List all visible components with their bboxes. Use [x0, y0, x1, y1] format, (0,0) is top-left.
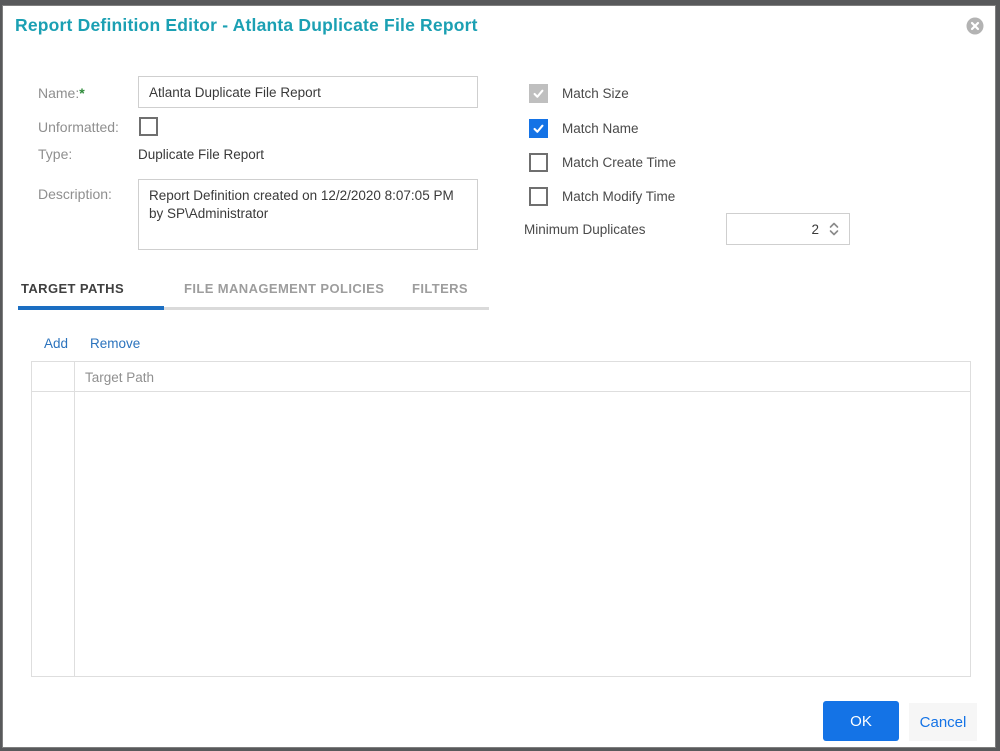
minimum-duplicates-spinner[interactable]: 2 — [726, 213, 850, 245]
name-label: Name:* — [38, 85, 85, 101]
dialog-title: Report Definition Editor - Atlanta Dupli… — [15, 15, 478, 35]
ok-button[interactable]: OK — [823, 701, 899, 741]
match-modify-time-row: Match Modify Time — [529, 186, 675, 206]
match-create-time-label: Match Create Time — [562, 154, 677, 170]
name-input[interactable] — [138, 76, 478, 108]
match-name-checkbox[interactable] — [529, 118, 548, 138]
match-modify-time-checkbox[interactable] — [529, 186, 548, 206]
tab-filters[interactable]: FILTERS — [412, 281, 468, 296]
match-modify-time-label: Match Modify Time — [562, 188, 676, 204]
match-name-label: Match Name — [562, 120, 639, 136]
match-name-row: Match Name — [529, 118, 639, 138]
target-path-table-body[interactable] — [76, 393, 970, 676]
unformatted-label: Unformatted: — [38, 119, 119, 135]
unformatted-checkbox[interactable] — [139, 117, 158, 136]
match-size-row: Match Size — [529, 83, 629, 103]
target-path-table: Target Path — [31, 361, 971, 677]
match-size-label: Match Size — [562, 85, 629, 101]
table-selection-column — [32, 362, 75, 676]
report-definition-editor-dialog: Report Definition Editor - Atlanta Dupli… — [2, 5, 996, 748]
required-indicator: * — [79, 85, 85, 101]
minimum-duplicates-label: Minimum Duplicates — [524, 222, 646, 237]
name-label-text: Name: — [38, 85, 80, 101]
minimum-duplicates-value: 2 — [811, 221, 819, 237]
description-textarea[interactable]: Report Definition created on 12/2/2020 8… — [138, 179, 478, 250]
tab-target-paths[interactable]: TARGET PATHS — [21, 281, 124, 296]
remove-link[interactable]: Remove — [90, 336, 140, 351]
description-label: Description: — [38, 186, 112, 202]
match-create-time-row: Match Create Time — [529, 152, 676, 172]
type-value: Duplicate File Report — [138, 147, 265, 162]
close-icon[interactable] — [966, 17, 984, 35]
match-size-checkbox[interactable] — [529, 83, 548, 103]
match-create-time-checkbox[interactable] — [529, 152, 548, 172]
add-link[interactable]: Add — [44, 336, 68, 351]
spinner-arrows-icon[interactable] — [829, 221, 839, 237]
table-header-row — [32, 362, 970, 392]
target-path-column-header: Target Path — [85, 370, 155, 385]
cancel-button[interactable]: Cancel — [909, 703, 977, 741]
active-tab-underline — [18, 306, 164, 310]
type-label: Type: — [38, 146, 73, 162]
tab-file-management-policies[interactable]: FILE MANAGEMENT POLICIES — [184, 281, 384, 296]
